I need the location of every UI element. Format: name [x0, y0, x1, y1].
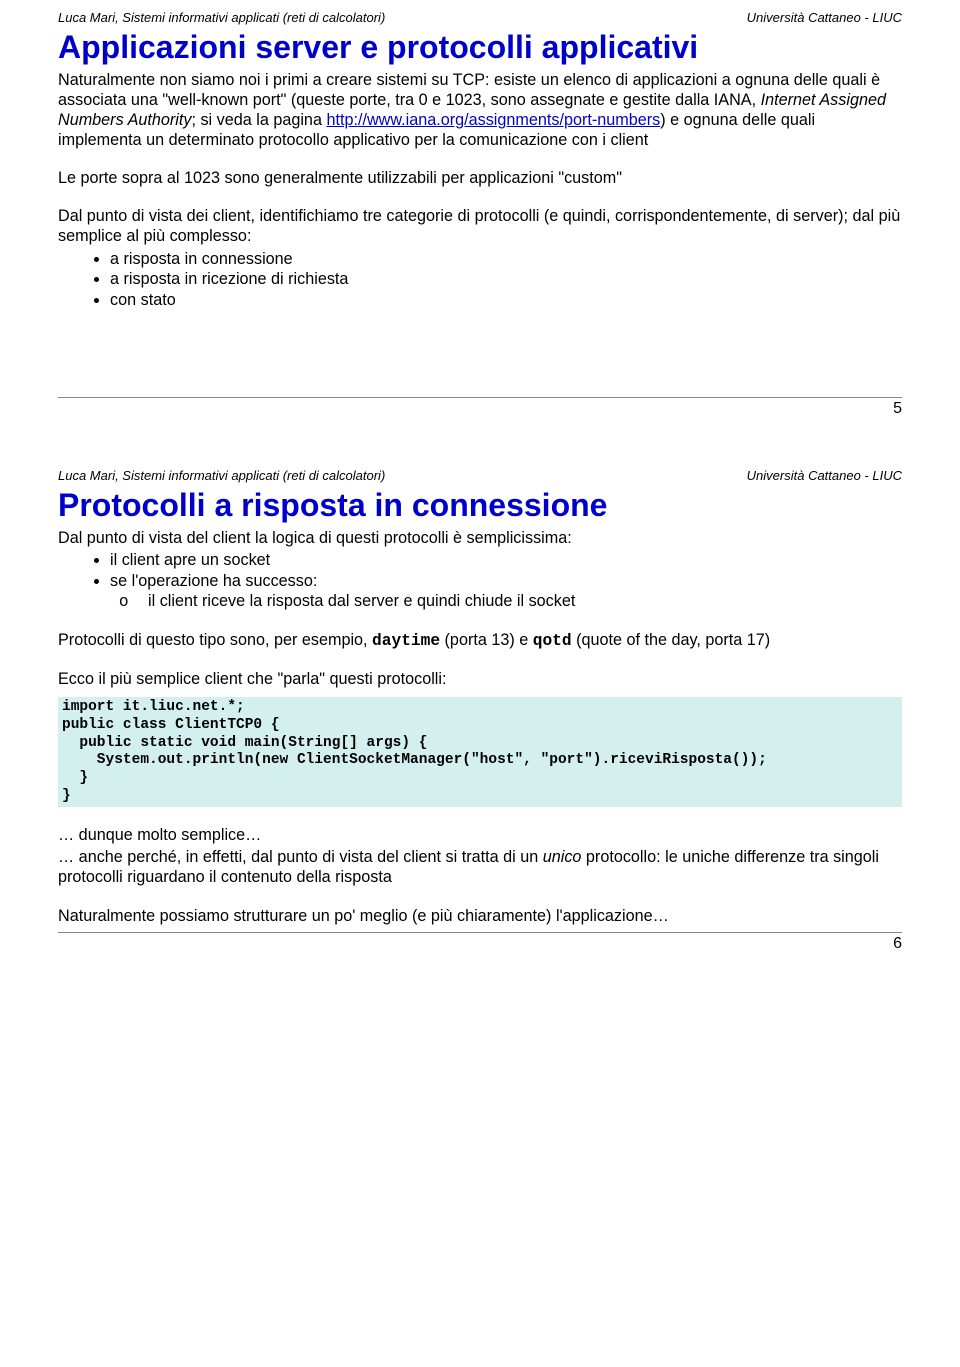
p1-text-a: Naturalmente non siamo noi i primi a cre…	[58, 71, 880, 109]
p2-text-c: (quote of the day, porta 17)	[572, 631, 771, 649]
p1-text-b: ; si veda la pagina	[191, 111, 326, 129]
page-5: Luca Mari, Sistemi informativi applicati…	[0, 0, 960, 426]
bullet-item: se l'operazione ha successo: il client r…	[110, 571, 902, 612]
p2-text-a: Protocolli di questo tipo sono, per esem…	[58, 631, 372, 649]
header-row: Luca Mari, Sistemi informativi applicati…	[58, 468, 902, 483]
paragraph-2: Protocolli di questo tipo sono, per esem…	[58, 630, 902, 651]
body-content: Dal punto di vista del client la logica …	[58, 528, 902, 926]
header-row: Luca Mari, Sistemi informativi applicati…	[58, 10, 902, 25]
header-right: Università Cattaneo - LIUC	[747, 468, 902, 483]
paragraph-4: … dunque molto semplice…	[58, 825, 902, 845]
body-content: Naturalmente non siamo noi i primi a cre…	[58, 70, 902, 311]
paragraph-6: Naturalmente possiamo strutturare un po'…	[58, 906, 902, 926]
page-title: Protocolli a risposta in connessione	[58, 487, 902, 524]
bullet-item: il client apre un socket	[110, 550, 902, 571]
bullet-list: a risposta in connessione a risposta in …	[58, 249, 902, 311]
sub-bullet-list: il client riceve la risposta dal server …	[110, 591, 902, 612]
paragraph-5: … anche perché, in effetti, dal punto di…	[58, 847, 902, 887]
bullet-item: a risposta in ricezione di richiesta	[110, 269, 902, 290]
sub-bullet-item: il client riceve la risposta dal server …	[148, 591, 902, 612]
bullet-text: se l'operazione ha successo:	[110, 572, 317, 590]
paragraph-3: Dal punto di vista dei client, identific…	[58, 206, 902, 246]
page-6: Luca Mari, Sistemi informativi applicati…	[0, 458, 960, 961]
p2-text-b: (porta 13) e	[440, 631, 533, 649]
header-right: Università Cattaneo - LIUC	[747, 10, 902, 25]
page-gap	[0, 426, 960, 458]
code-inline-daytime: daytime	[372, 632, 440, 650]
header-left: Luca Mari, Sistemi informativi applicati…	[58, 468, 385, 483]
page-number: 6	[58, 935, 902, 953]
code-inline-qotd: qotd	[533, 632, 572, 650]
paragraph-3: Ecco il più semplice client che "parla" …	[58, 669, 902, 689]
footer: 5	[58, 397, 902, 418]
header-left: Luca Mari, Sistemi informativi applicati…	[58, 10, 385, 25]
footer-rule	[58, 932, 902, 933]
page-number: 5	[58, 400, 902, 418]
bullet-list: il client apre un socket se l'operazione…	[58, 550, 902, 612]
bullet-item: con stato	[110, 290, 902, 311]
paragraph-2: Le porte sopra al 1023 sono generalmente…	[58, 168, 902, 188]
code-block: import it.liuc.net.*; public class Clien…	[58, 697, 902, 807]
p5-italic: unico	[543, 848, 582, 866]
page-title: Applicazioni server e protocolli applica…	[58, 29, 902, 66]
p5-text-a: … anche perché, in effetti, dal punto di…	[58, 848, 543, 866]
footer-rule	[58, 397, 902, 398]
iana-link[interactable]: http://www.iana.org/assignments/port-num…	[326, 111, 660, 129]
paragraph-1: Dal punto di vista del client la logica …	[58, 528, 902, 548]
paragraph-1: Naturalmente non siamo noi i primi a cre…	[58, 70, 902, 150]
bullet-item: a risposta in connessione	[110, 249, 902, 270]
